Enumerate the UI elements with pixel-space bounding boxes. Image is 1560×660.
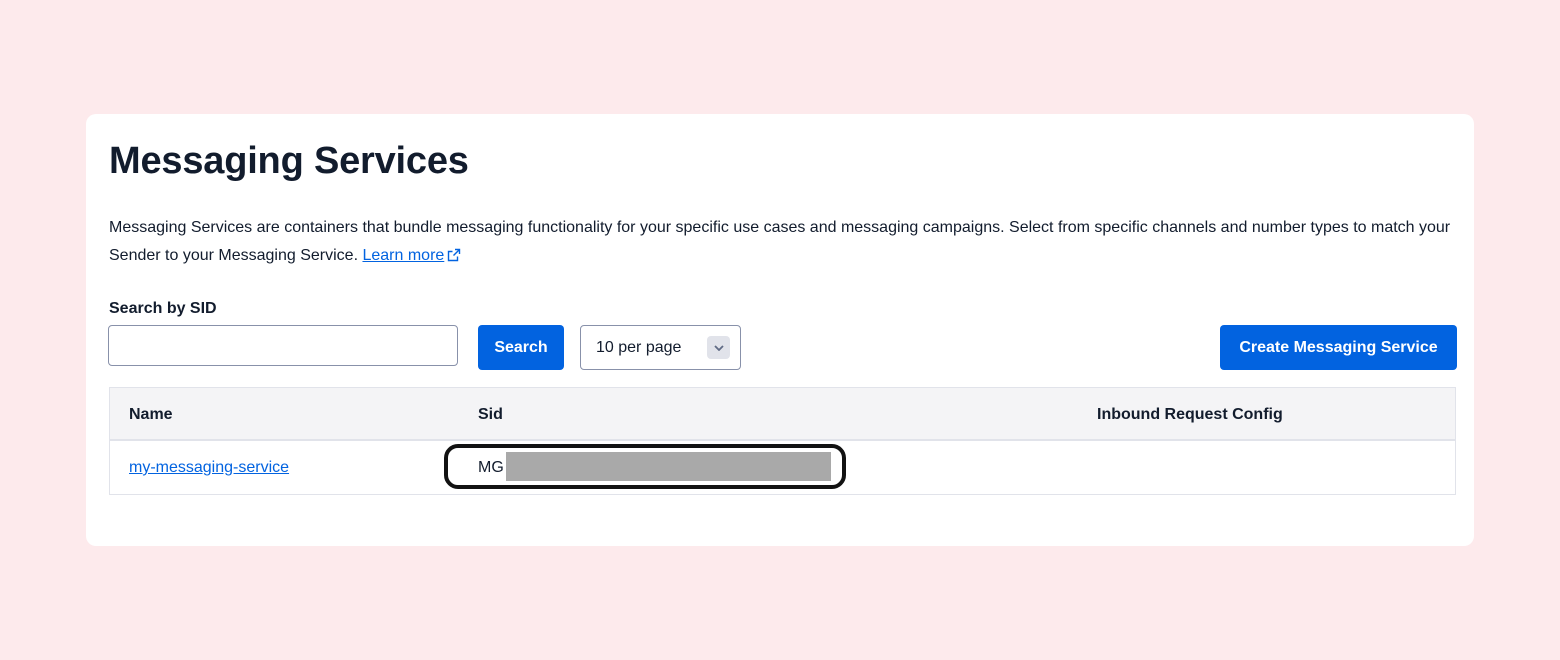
- search-button[interactable]: Search: [478, 325, 564, 370]
- table-header: Name Sid Inbound Request Config: [110, 388, 1455, 441]
- page-title: Messaging Services: [109, 140, 469, 182]
- messaging-services-card: Messaging Services Messaging Services ar…: [86, 114, 1474, 546]
- search-label: Search by SID: [109, 300, 217, 317]
- learn-more-link[interactable]: Learn more: [362, 247, 461, 264]
- create-messaging-service-button[interactable]: Create Messaging Service: [1220, 325, 1457, 370]
- column-header-inbound-request-config: Inbound Request Config: [1097, 406, 1283, 423]
- description-text: Messaging Services are containers that b…: [109, 219, 1451, 264]
- sid-redaction: [506, 452, 831, 481]
- learn-more-label: Learn more: [362, 247, 445, 264]
- column-header-name: Name: [129, 406, 173, 423]
- column-header-sid: Sid: [478, 406, 503, 423]
- per-page-select[interactable]: 10 per page: [580, 325, 741, 370]
- table-row: my-messaging-service MG: [110, 441, 1455, 494]
- service-sid: MG: [478, 459, 504, 476]
- messaging-services-table: Name Sid Inbound Request Config my-messa…: [109, 387, 1456, 495]
- external-link-icon: [448, 248, 461, 262]
- page-description: Messaging Services are containers that b…: [109, 214, 1459, 270]
- service-name-link[interactable]: my-messaging-service: [129, 459, 289, 477]
- chevron-down-icon: [707, 336, 730, 359]
- per-page-value: 10 per page: [596, 338, 682, 356]
- search-sid-input[interactable]: [108, 325, 458, 366]
